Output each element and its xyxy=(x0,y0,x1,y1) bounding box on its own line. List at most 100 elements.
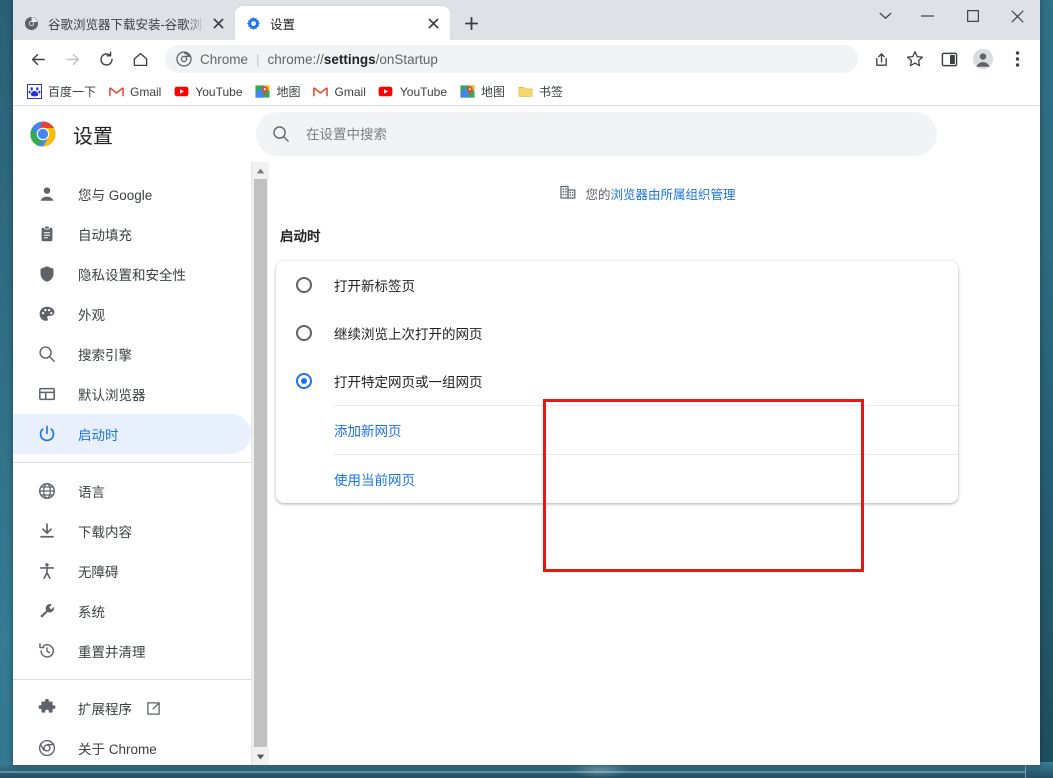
external-link-icon[interactable] xyxy=(146,701,161,716)
chevron-down-icon[interactable] xyxy=(865,1,905,31)
sidebar-item-on-startup[interactable]: 启动时 xyxy=(13,414,251,454)
sidebar-item-search-engine[interactable]: 搜索引擎 xyxy=(13,334,251,374)
organization-building-icon xyxy=(560,184,576,203)
radio-open-new-tab-page[interactable]: 打开新标签页 xyxy=(276,261,958,309)
sidebar-item-label: 隐私设置和安全性 xyxy=(78,268,186,283)
shield-icon xyxy=(37,264,57,284)
sidebar-item-you-and-google[interactable]: 您与 Google xyxy=(13,174,251,214)
use-current-pages-link[interactable]: 使用当前网页 xyxy=(276,455,958,503)
startup-options-card: 打开新标签页 继续浏览上次打开的网页 打开特定网页或一组网页 添加新网页 使用当… xyxy=(276,261,958,503)
globe-gray-icon xyxy=(23,15,39,31)
bookmark-baidu[interactable]: 百度一下 xyxy=(21,81,103,103)
sidebar-item-label: 您与 Google xyxy=(78,188,153,203)
url-bold-part: settings xyxy=(323,51,376,67)
sidebar-item-label: 启动时 xyxy=(78,428,119,443)
scrollbar-thumb[interactable] xyxy=(254,179,267,747)
bookmark-folder[interactable]: 书签 xyxy=(512,81,570,103)
side-panel-icon[interactable] xyxy=(935,45,963,73)
chrome-outline-icon xyxy=(37,738,57,758)
maps-icon xyxy=(459,84,475,100)
address-bar[interactable]: Chrome | chrome://settings/onStartup xyxy=(165,45,858,73)
tab-title: 设置 xyxy=(270,17,296,32)
browser-window-icon xyxy=(37,384,57,404)
radio-continue-where-left-off[interactable]: 继续浏览上次打开的网页 xyxy=(276,309,958,357)
sidebar-item-downloads[interactable]: 下载内容 xyxy=(13,511,251,551)
scrollbar-track[interactable] xyxy=(252,179,268,748)
sidebar-item-appearance[interactable]: 外观 xyxy=(13,294,251,334)
minimize-button[interactable] xyxy=(905,0,950,32)
radio-open-specific-pages[interactable]: 打开特定网页或一组网页 xyxy=(276,357,958,405)
reload-icon[interactable] xyxy=(92,45,120,73)
share-icon[interactable] xyxy=(867,45,895,73)
sidebar-item-label: 系统 xyxy=(78,605,105,620)
add-new-page-link[interactable]: 添加新网页 xyxy=(276,406,958,454)
tab-settings[interactable]: 设置 xyxy=(235,6,450,40)
close-icon[interactable] xyxy=(209,14,227,32)
sidebar-item-extensions[interactable]: 扩展程序 xyxy=(13,688,251,728)
settings-brand[interactable]: 设置 xyxy=(13,120,256,149)
section-heading-on-startup: 启动时 xyxy=(280,229,321,244)
scroll-up-arrow-icon[interactable] xyxy=(251,162,269,179)
tab-strip: 谷歌浏览器下载安装-谷歌浏览器 设置 xyxy=(13,0,1040,40)
tab-downloads-page[interactable]: 谷歌浏览器下载安装-谷歌浏览器 xyxy=(13,6,235,40)
browser-window: 谷歌浏览器下载安装-谷歌浏览器 设置 xyxy=(13,0,1040,765)
bookmark-label: 地图 xyxy=(276,85,301,99)
radio-button-checked[interactable] xyxy=(296,373,312,389)
restore-icon xyxy=(37,641,57,661)
sidebar-item-reset-cleanup[interactable]: 重置并清理 xyxy=(13,631,251,671)
radio-button-unchecked[interactable] xyxy=(296,277,312,293)
tab-title: 谷歌浏览器下载安装-谷歌浏览器 xyxy=(48,17,205,32)
window-controls xyxy=(865,0,1040,40)
link-label: 使用当前网页 xyxy=(334,473,415,488)
sidebar-item-about-chrome[interactable]: 关于 Chrome xyxy=(13,728,251,765)
sidebar-item-languages[interactable]: 语言 xyxy=(13,471,251,511)
star-bookmark-icon[interactable] xyxy=(901,45,929,73)
sidebar-item-privacy-security[interactable]: 隐私设置和安全性 xyxy=(13,254,251,294)
sidebar-divider-1 xyxy=(13,462,256,463)
sidebar-item-autofill[interactable]: 自动填充 xyxy=(13,214,251,254)
bookmark-youtube-2[interactable]: YouTube xyxy=(373,81,454,103)
close-icon[interactable] xyxy=(424,14,442,32)
managed-by-organization-notice[interactable]: 您的浏览器由所属组织管理 xyxy=(256,184,1040,203)
scroll-down-arrow-icon[interactable] xyxy=(251,748,269,765)
maximize-button[interactable] xyxy=(950,0,995,32)
profile-avatar-icon[interactable] xyxy=(969,45,997,73)
chrome-logo-icon xyxy=(30,121,56,147)
sidebar-item-default-browser[interactable]: 默认浏览器 xyxy=(13,374,251,414)
settings-search-box[interactable] xyxy=(256,112,937,156)
sidebar-item-accessibility[interactable]: 无障碍 xyxy=(13,551,251,591)
bookmark-gmail-2[interactable]: Gmail xyxy=(308,81,373,103)
page-title: 设置 xyxy=(73,125,113,148)
bookmark-gmail-1[interactable]: Gmail xyxy=(103,81,168,103)
gmail-icon xyxy=(108,84,124,100)
clipboard-icon xyxy=(37,224,57,244)
managed-notice-link[interactable]: 浏览器由所属组织管理 xyxy=(611,188,736,202)
link-label: 添加新网页 xyxy=(334,424,402,439)
bookmark-label: Gmail xyxy=(334,84,366,99)
more-menu-icon[interactable] xyxy=(1003,45,1031,73)
sidebar-item-label: 关于 Chrome xyxy=(78,742,157,757)
youtube-icon xyxy=(173,84,189,100)
new-tab-button[interactable] xyxy=(457,9,485,37)
radio-button-unchecked[interactable] xyxy=(296,325,312,341)
gmail-icon xyxy=(313,84,329,100)
back-arrow-icon[interactable] xyxy=(24,45,52,73)
home-icon[interactable] xyxy=(126,45,154,73)
search-input[interactable] xyxy=(306,126,921,142)
settings-gear-icon xyxy=(245,15,261,31)
bookmark-maps-2[interactable]: 地图 xyxy=(454,81,512,103)
sidebar-item-label: 下载内容 xyxy=(78,525,132,540)
settings-scrollbar[interactable] xyxy=(251,162,269,765)
close-window-button[interactable] xyxy=(995,0,1040,32)
bookmark-youtube-1[interactable]: YouTube xyxy=(168,81,249,103)
bookmark-maps-1[interactable]: 地图 xyxy=(250,81,308,103)
sidebar-item-system[interactable]: 系统 xyxy=(13,591,251,631)
accessibility-icon xyxy=(37,561,57,581)
omnibox-separator: | xyxy=(256,51,260,67)
search-icon xyxy=(272,125,290,143)
sidebar-item-label: 语言 xyxy=(78,485,105,500)
sidebar-nav-list: 您与 Google 自动填充 隐私设置和安全性 外观 搜索引擎 默认浏览器 启动… xyxy=(13,162,256,765)
bookmark-label: YouTube xyxy=(195,84,243,99)
bookmarks-bar: 百度一下 Gmail YouTube 地图 Gmail YouTube 地图 书… xyxy=(13,78,1040,106)
wrench-icon xyxy=(37,601,57,621)
